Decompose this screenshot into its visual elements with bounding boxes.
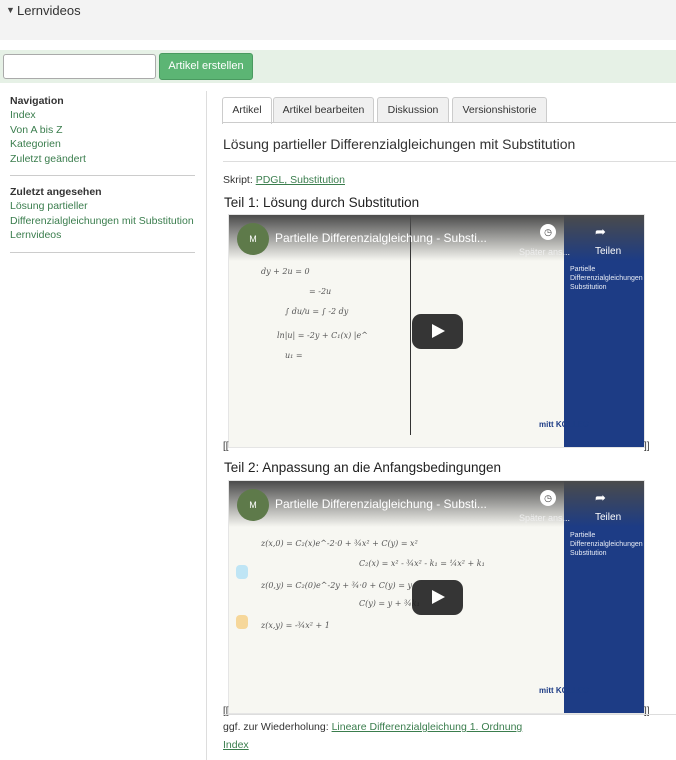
tab-version-history[interactable]: Versionshistorie — [452, 97, 547, 123]
part1-heading: Teil 1: Lösung durch Substitution — [224, 195, 420, 210]
brand-logo: mitt KOLLEG — [539, 686, 590, 695]
refresh-label: ggf. zur Wiederholung: — [223, 721, 332, 733]
sidebar-divider — [10, 175, 195, 176]
recent-item-dgl-substitution[interactable]: Differenzialgleichungen mit Substitution — [10, 214, 195, 229]
refresh-link[interactable]: Lineare Differenzialgleichung 1. Ordnung — [332, 721, 523, 733]
scribble: dy + 2u = 0 — [261, 267, 310, 276]
recent-item-lernvideos[interactable]: Lernvideos — [10, 228, 195, 243]
index-link[interactable]: Index — [223, 739, 249, 751]
scribble: u₁ = — [285, 351, 303, 360]
scribble: z(x,y) = -¾x² + 1 — [261, 621, 330, 630]
tab-article[interactable]: Artikel — [222, 97, 272, 124]
bracket-close: ]] — [644, 706, 650, 717]
play-button[interactable] — [412, 314, 463, 349]
sidebar: Navigation Index Von A bis Z Kategorien … — [10, 95, 195, 263]
search-input[interactable] — [3, 54, 156, 79]
watch-later-label[interactable]: Später ans... — [519, 247, 570, 257]
scribble: z(0,y) = C₂(0)e^-2y + ¾·0 + C(y) = y — [261, 581, 412, 590]
sidebar-item-index[interactable]: Index — [10, 108, 195, 123]
sidebar-divider — [10, 251, 195, 253]
nav-heading: Navigation — [10, 95, 64, 107]
sidebar-item-a-z[interactable]: Von A bis Z — [10, 123, 195, 138]
brand-logo: mitt KOLLEG — [539, 420, 590, 429]
share-icon[interactable]: ➦ — [595, 490, 606, 506]
page-title: Lösung partieller Differenzialgleichunge… — [223, 136, 576, 152]
marker-blue — [236, 565, 248, 579]
video-player-2[interactable]: z(x,0) = C₂(x)e^-2·0 + ¾x² + C(y) = x² C… — [228, 480, 645, 714]
sidebar-item-recent-changes[interactable]: Zuletzt geändert — [10, 152, 195, 167]
channel-logo[interactable]: M — [237, 223, 269, 255]
play-button[interactable] — [412, 580, 463, 615]
scribble: C(y) = y + ¾k₁ — [359, 599, 420, 608]
side-panel-text: Partielle Differenzialgleichungen Substi… — [570, 532, 643, 557]
page-section-title[interactable]: Lernvideos — [17, 3, 81, 18]
recent-item-loesung[interactable]: Lösung partieller — [10, 199, 195, 214]
recent-heading: Zuletzt angesehen — [10, 186, 102, 198]
skript-line: Skript: PDGL, Substitution — [223, 174, 345, 186]
scribble: ln|u| = -2y + C₁(x) |e^ — [277, 331, 368, 340]
scribble: C₂(x) = x² - ¾x² - k₁ = ¼x² + k₁ — [359, 559, 485, 568]
watch-later-icon[interactable]: ◷ — [540, 224, 556, 240]
video-title[interactable]: Partielle Differenzialgleichung - Substi… — [275, 497, 515, 511]
collapse-caret-icon[interactable]: ▼ — [6, 5, 15, 15]
marker-orange — [236, 615, 248, 629]
bracket-open: [[ — [223, 441, 229, 452]
channel-logo[interactable]: M — [237, 489, 269, 521]
side-panel-text: Partielle Differenzialgleichungen Substi… — [570, 266, 643, 291]
footer-divider — [223, 714, 676, 715]
skript-link[interactable]: PDGL, Substitution — [256, 174, 345, 186]
column-divider — [206, 91, 207, 760]
search-bar: Artikel erstellen — [0, 50, 676, 83]
watch-later-icon[interactable]: ◷ — [540, 490, 556, 506]
refresh-line: ggf. zur Wiederholung: Lineare Differenz… — [223, 721, 522, 733]
video-player-1[interactable]: dy + 2u = 0 = -2u ∫ du/u = ∫ -2 dy ln|u|… — [228, 214, 645, 448]
create-article-button[interactable]: Artikel erstellen — [159, 53, 253, 80]
share-icon[interactable]: ➦ — [595, 224, 606, 240]
bracket-close: ]] — [644, 441, 650, 452]
part2-heading: Teil 2: Anpassung an die Anfangsbedingun… — [224, 460, 501, 475]
skript-label: Skript: — [223, 174, 256, 186]
tab-discussion[interactable]: Diskussion — [377, 97, 449, 123]
share-label[interactable]: Teilen — [595, 512, 621, 523]
scribble: ∫ du/u = ∫ -2 dy — [285, 307, 349, 316]
watch-later-label[interactable]: Später ans... — [519, 513, 570, 523]
tab-edit-article[interactable]: Artikel bearbeiten — [273, 97, 374, 123]
scribble: = -2u — [309, 287, 332, 296]
tab-underline — [222, 122, 676, 123]
title-divider — [223, 161, 676, 162]
video-title[interactable]: Partielle Differenzialgleichung - Substi… — [275, 231, 515, 245]
top-bar: ▼ Lernvideos — [0, 0, 676, 40]
sidebar-item-categories[interactable]: Kategorien — [10, 137, 195, 152]
index-line: Index — [223, 739, 249, 751]
scribble: z(x,0) = C₂(x)e^-2·0 + ¾x² + C(y) = x² — [261, 539, 418, 548]
bracket-open: [[ — [223, 706, 229, 717]
share-label[interactable]: Teilen — [595, 246, 621, 257]
